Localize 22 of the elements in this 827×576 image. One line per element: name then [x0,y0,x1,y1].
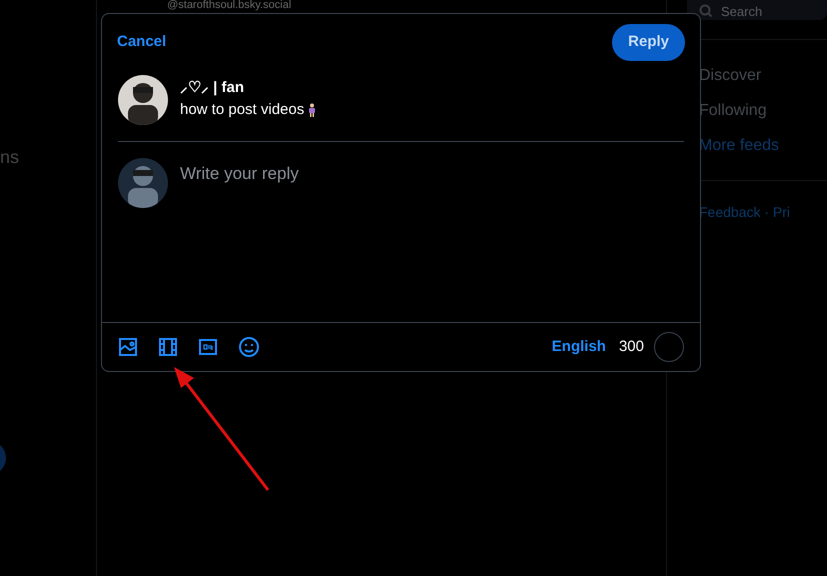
post-author: ⸝♡⸝ | fan [180,78,246,98]
reply-input-field[interactable]: Write your reply [180,158,684,188]
film-icon[interactable] [158,337,178,357]
image-icon[interactable] [118,337,138,357]
search-placeholder: Search [721,5,762,18]
post-text: how to post videos [180,100,304,120]
progress-ring [654,332,684,362]
character-count: 300 [618,336,644,357]
search-field[interactable]: Search [687,0,827,20]
cancel-button[interactable]: Cancel [117,31,166,54]
post-handle: @starofthsoul.bsky.social [167,0,292,11]
more-feeds-link[interactable]: More feeds [699,134,827,158]
nav-label[interactable]: ns [0,143,96,171]
footer-links[interactable]: Feedback · Pri [699,204,790,220]
language-button[interactable]: English [552,336,606,358]
reply-button[interactable]: Reply [612,24,685,60]
gif-icon[interactable] [198,337,218,357]
feed-link[interactable]: Discover [699,64,827,88]
feed-link[interactable]: Following [699,99,827,123]
person-icon [308,103,316,118]
emoji-icon[interactable] [238,336,260,358]
search-icon [699,4,713,18]
